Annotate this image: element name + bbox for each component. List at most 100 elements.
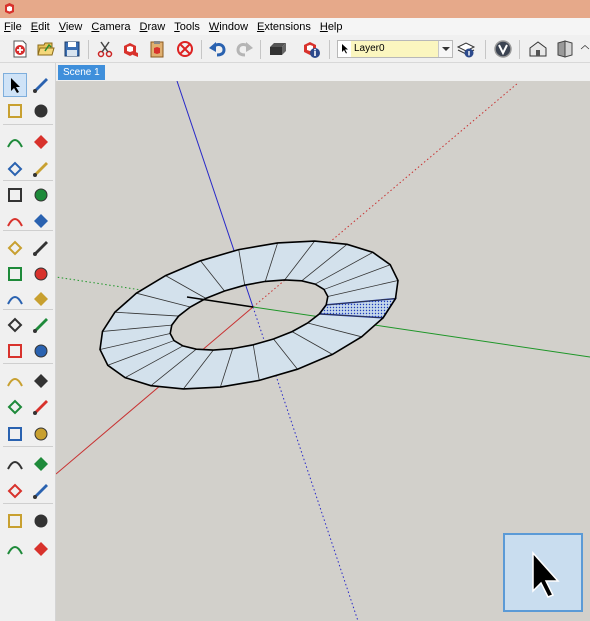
rotate-tool[interactable] [3,287,27,311]
menu-draw[interactable]: Draw [140,21,166,33]
position-camera-tool[interactable] [3,509,27,533]
styles-icon[interactable] [492,38,514,60]
scene-tab[interactable]: Scene 1 [58,65,105,80]
menu-window[interactable]: Window [209,21,248,33]
zoom-window-tool[interactable] [29,452,53,476]
walk-tool[interactable] [3,537,27,561]
scene-tab-bar: Scene 1 [56,63,590,81]
push-pull-tool[interactable] [29,262,53,286]
axes-tool[interactable] [3,395,27,419]
extension-warehouse-icon[interactable] [554,38,576,60]
paint-bucket-tool[interactable] [3,99,27,123]
model-info-icon[interactable] [300,38,322,60]
rectangle-icon [7,161,23,177]
move-tool[interactable] [3,262,27,286]
follow-me-icon [34,292,48,306]
zoom-extents-tool[interactable] [3,479,27,503]
palette-separator [3,124,53,125]
menu-file[interactable]: File [4,21,22,33]
ring-mesh[interactable] [99,240,399,390]
orbit-tool[interactable] [3,422,27,446]
warehouse-icon[interactable] [527,38,549,60]
paste-icon[interactable] [146,38,168,60]
previous-view-tool[interactable] [29,479,53,503]
pie-tool[interactable] [29,236,53,260]
text-tool[interactable] [29,369,53,393]
tape-measure-tool[interactable] [3,339,27,363]
menu-edit[interactable]: Edit [31,21,50,33]
push-pull-icon [34,267,48,281]
menu-bar: File Edit View Camera Draw Tools Window … [0,18,590,35]
chevron-down-icon[interactable] [438,41,452,57]
3d-text-icon [33,400,48,415]
undo-icon[interactable] [207,38,229,60]
menu-tools[interactable]: Tools [174,21,200,33]
two-point-arc-tool[interactable] [29,209,53,233]
text-icon [34,374,48,388]
sketchup-logo-icon [5,3,14,14]
dimension-tool[interactable] [29,339,53,363]
dimension-icon [34,344,48,358]
layers-icon[interactable] [455,38,477,60]
three-point-arc-tool[interactable] [3,236,27,260]
toolbar-separator [329,40,330,59]
menu-camera[interactable]: Camera [91,21,130,33]
pan-tool[interactable] [29,422,53,446]
follow-me-tool[interactable] [29,287,53,311]
circle-tool[interactable] [3,183,27,207]
section-plane-tool[interactable] [29,537,53,561]
print-icon[interactable] [267,38,289,60]
polygon-icon [34,188,48,202]
layer-selector[interactable]: Layer0 [337,40,453,58]
zoom-extents-icon [7,483,23,499]
eraser-tool[interactable] [29,99,53,123]
scale-tool[interactable] [3,313,27,337]
toolbar-separator [88,40,89,59]
palette-separator [3,363,53,364]
protractor-tool[interactable] [3,369,27,393]
zoom-tool[interactable] [3,452,27,476]
palette-separator [3,446,53,447]
orbit-icon [8,427,22,441]
home-icon[interactable] [580,38,590,60]
menu-view[interactable]: View [59,21,83,33]
layer-name-field[interactable]: Layer0 [351,41,438,57]
tools-palette [0,63,56,621]
two-point-arc-icon [34,214,48,228]
toolbar-separator [485,40,486,59]
rotated-rectangle-tool[interactable] [29,157,53,181]
offset-icon [33,318,48,333]
select-tool[interactable] [3,73,27,97]
select-icon [11,78,20,93]
3d-text-tool[interactable] [29,395,53,419]
arc-tool[interactable] [3,209,27,233]
pan-icon [34,427,48,441]
save-icon[interactable] [61,38,83,60]
drawing-viewport[interactable] [56,81,590,621]
redo-icon[interactable] [233,38,255,60]
active-tool-indicator [503,533,583,612]
make-component-tool[interactable] [29,73,53,97]
cut-icon[interactable] [94,38,116,60]
menu-extensions[interactable]: Extensions [257,21,311,33]
look-around-tool[interactable] [29,509,53,533]
eraser-icon [34,104,48,118]
position-camera-icon [8,514,22,528]
offset-tool[interactable] [29,313,53,337]
new-icon[interactable] [9,38,31,60]
line-tool[interactable] [3,130,27,154]
polygon-tool[interactable] [29,183,53,207]
rotate-icon [7,296,23,305]
paint-bucket-icon [8,104,22,118]
make-component-icon [33,78,48,93]
freehand-tool[interactable] [29,130,53,154]
copy-icon[interactable] [120,38,142,60]
erase-icon[interactable] [174,38,196,60]
line-icon [7,139,23,148]
scale-icon [7,317,23,333]
menu-help[interactable]: Help [320,21,343,33]
rectangle-tool[interactable] [3,157,27,181]
zoom-window-icon [34,457,48,471]
axes-icon [7,399,23,415]
open-icon[interactable] [35,38,57,60]
